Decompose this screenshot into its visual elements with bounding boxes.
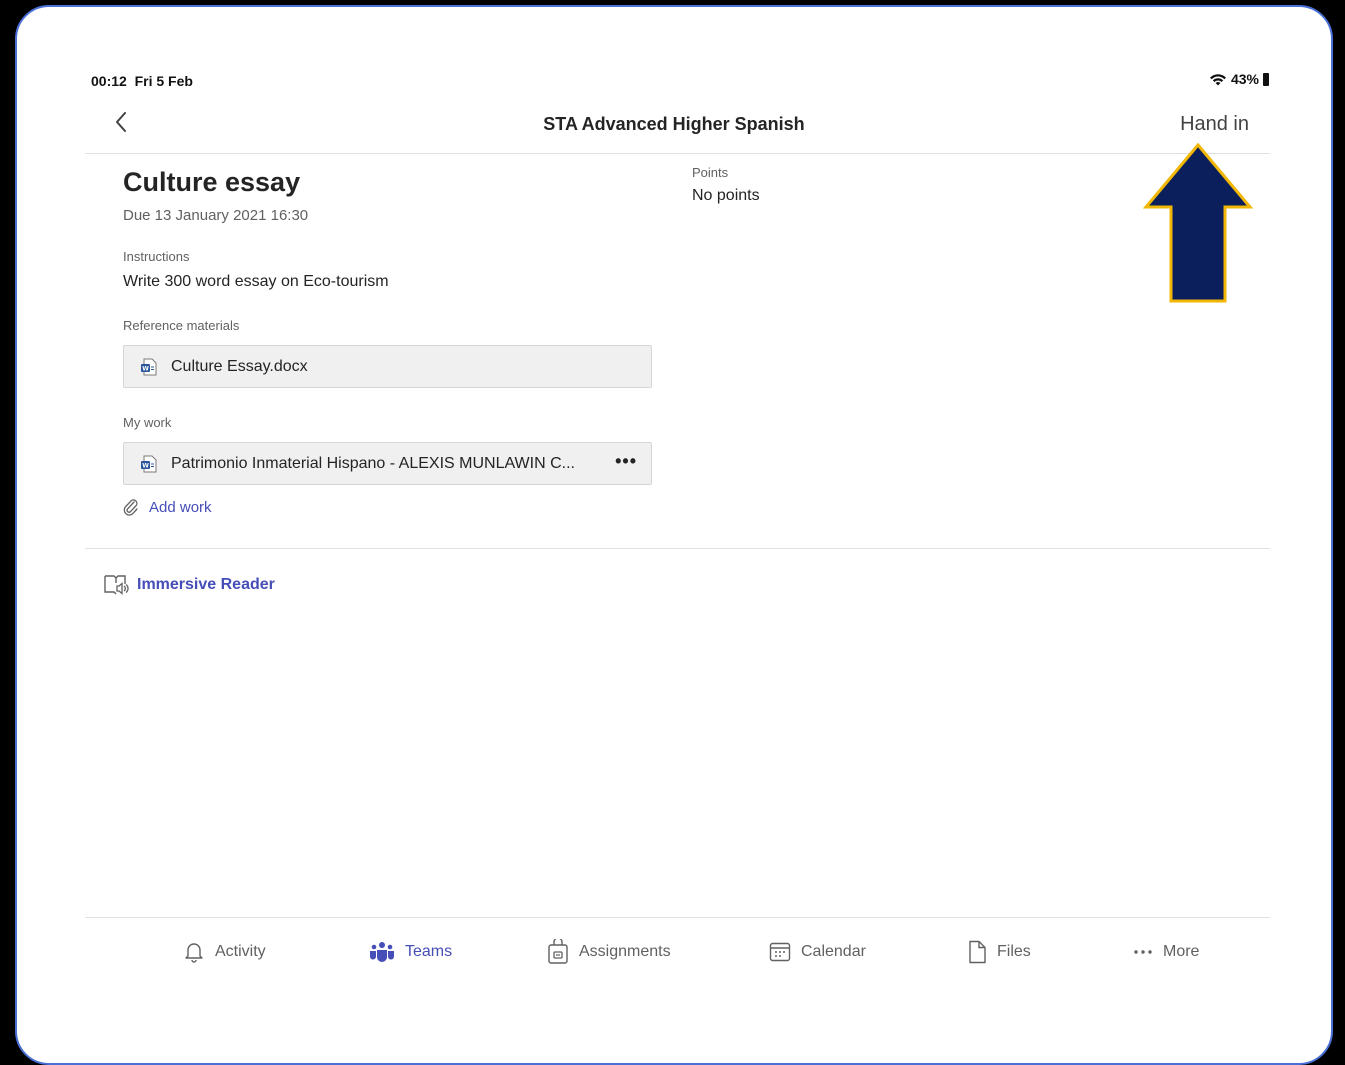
add-work-button[interactable]: Add work — [123, 498, 212, 516]
reference-materials-label: Reference materials — [123, 318, 240, 333]
app-window: 00:12 Fri 5 Feb 43% STA Advanced Higher … — [15, 5, 1333, 1065]
immersive-reader-label: Immersive Reader — [137, 576, 275, 593]
tab-bar: Activity Teams Assignments Calendar File… — [17, 932, 1331, 982]
due-date: Due 13 January 2021 16:30 — [123, 207, 309, 224]
word-doc-icon: W — [141, 358, 157, 376]
instructions-label: Instructions — [123, 249, 190, 264]
svg-text:W: W — [142, 366, 149, 373]
my-work-label: My work — [123, 415, 172, 430]
add-work-label: Add work — [149, 498, 212, 516]
immersive-reader-icon — [104, 575, 129, 595]
tab-bar-divider — [85, 917, 1270, 918]
my-work-file-name: Patrimonio Inmaterial Hispano - ALEXIS M… — [171, 455, 575, 472]
page-title: STA Advanced Higher Spanish — [543, 114, 805, 134]
battery-icon — [1263, 72, 1269, 86]
header-divider — [85, 153, 1270, 154]
tab-label: Calendar — [801, 943, 866, 960]
tab-activity[interactable]: Activity — [183, 932, 266, 972]
hand-in-button[interactable]: Hand in — [1180, 113, 1249, 136]
file-more-options-button[interactable]: ••• — [615, 451, 637, 472]
assignment-title: Culture essay — [123, 167, 301, 197]
word-doc-icon: W — [141, 455, 157, 473]
tab-label: Activity — [215, 943, 266, 960]
points-value: No points — [692, 187, 760, 204]
assignments-icon — [548, 939, 568, 964]
instructions-text: Write 300 word essay on Eco-tourism — [123, 273, 389, 290]
status-time: 00:12 Fri 5 Feb — [91, 73, 193, 89]
tab-label: More — [1163, 943, 1200, 960]
paperclip-icon — [123, 499, 138, 516]
nav-bar: STA Advanced Higher Spanish Hand in — [17, 102, 1331, 154]
tab-label: Teams — [405, 943, 453, 960]
more-icon — [1134, 950, 1152, 954]
tab-more[interactable]: More — [1133, 932, 1199, 972]
tab-label: Files — [997, 943, 1031, 960]
bell-icon — [185, 943, 203, 963]
points-label: Points — [692, 165, 729, 180]
teams-icon — [369, 942, 395, 962]
tab-calendar[interactable]: Calendar — [769, 932, 866, 972]
calendar-icon — [769, 942, 791, 962]
my-work-file-card[interactable]: W Patrimonio Inmaterial Hispano - ALEXIS… — [123, 442, 652, 485]
reference-file-card[interactable]: W Culture Essay.docx — [123, 345, 652, 388]
tab-label: Assignments — [579, 943, 671, 960]
reference-file-name: Culture Essay.docx — [171, 358, 308, 375]
annotation-arrow-icon — [1143, 143, 1253, 303]
battery-percent: 43% — [1230, 71, 1259, 87]
tab-teams[interactable]: Teams — [369, 932, 452, 972]
svg-text:W: W — [142, 463, 149, 470]
tab-assignments[interactable]: Assignments — [547, 932, 671, 972]
file-icon — [969, 940, 986, 964]
content-divider — [85, 548, 1270, 549]
immersive-reader-button[interactable]: Immersive Reader — [103, 573, 275, 597]
wifi-icon — [1209, 73, 1226, 85]
status-indicators: 43% — [1209, 71, 1269, 87]
tab-files[interactable]: Files — [967, 932, 1031, 972]
